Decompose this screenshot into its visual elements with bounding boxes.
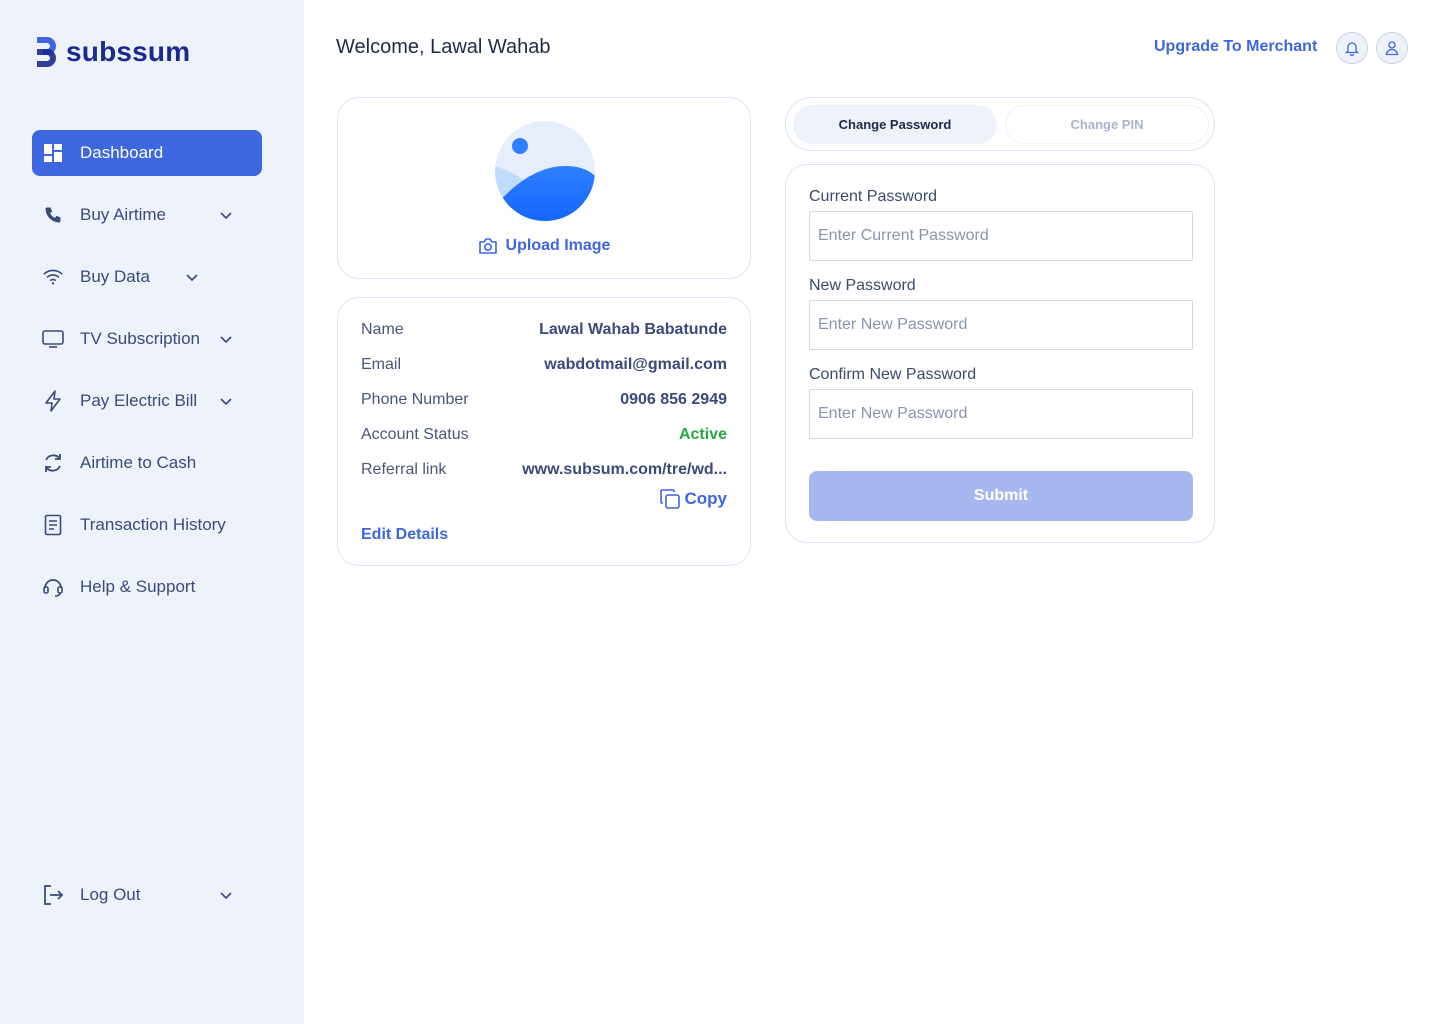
bolt-icon <box>42 390 64 412</box>
logout-icon <box>42 884 64 906</box>
profile-details-card: Name Lawal Wahab Babatunde Email wabdotm… <box>337 297 751 566</box>
avatar-card: Upload Image <box>337 97 751 279</box>
tv-icon <box>42 328 64 350</box>
sidebar-item-label: Airtime to Cash <box>80 453 197 472</box>
detail-row-referral-link: Referral link www.subsum.com/tre/wd... <box>361 460 727 480</box>
chevron-down-icon[interactable] <box>184 269 200 285</box>
sidebar-item-label: Buy Data <box>80 267 150 286</box>
sidebar-item-pay-electric-bill[interactable]: Pay Electric Bill <box>32 378 262 424</box>
dashboard-icon <box>42 142 64 164</box>
sidebar-item-label: Help & Support <box>80 577 196 596</box>
receipt-icon <box>42 514 64 536</box>
bell-icon <box>1345 42 1359 56</box>
upload-image-label: Upload Image <box>505 237 611 254</box>
refresh-icon <box>42 452 64 474</box>
referral-link-value: www.subsum.com/tre/wd... <box>522 461 727 478</box>
detail-value: wabdotmail@gmail.com <box>544 356 727 373</box>
sidebar-item-tv-subscription[interactable]: TV Subscription <box>32 316 262 362</box>
detail-key: Referral link <box>361 461 447 478</box>
detail-row-account-status: Account Status Active <box>361 425 727 445</box>
sidebar-item-airtime-to-cash[interactable]: Airtime to Cash <box>32 440 262 486</box>
page-title: Welcome, Lawal Wahab <box>336 36 551 58</box>
phone-icon <box>42 204 64 226</box>
submit-button[interactable]: Submit <box>809 471 1193 521</box>
detail-key: Email <box>361 356 402 373</box>
upgrade-to-merchant-link[interactable]: Upgrade To Merchant <box>1154 38 1317 56</box>
sidebar-item-label: TV Subscription <box>80 329 200 348</box>
brand-logo[interactable]: subssum <box>34 34 190 70</box>
current-password-label: Current Password <box>809 188 938 205</box>
camera-icon <box>478 238 497 254</box>
sidebar-item-label: Pay Electric Bill <box>80 391 198 410</box>
status-badge: Active <box>678 426 727 443</box>
upload-image-button[interactable]: Upload Image <box>338 237 750 255</box>
edit-details-link[interactable]: Edit Details <box>361 526 448 544</box>
notification-button[interactable] <box>1336 32 1368 64</box>
sidebar-item-label: Buy Airtime <box>80 205 166 224</box>
detail-key: Account Status <box>361 426 469 443</box>
chevron-down-icon[interactable] <box>218 887 234 903</box>
chevron-down-icon[interactable] <box>218 331 234 347</box>
chevron-down-icon[interactable] <box>218 393 234 409</box>
detail-value: 0906 856 2949 <box>620 391 727 408</box>
user-icon <box>1385 41 1399 56</box>
sidebar-item-transaction-history[interactable]: Transaction History <box>32 502 262 548</box>
new-password-label: New Password <box>809 277 916 294</box>
brand-name: subssum <box>66 36 191 67</box>
wifi-icon <box>42 266 64 288</box>
confirm-password-input[interactable] <box>809 389 1193 439</box>
detail-row-email: Email wabdotmail@gmail.com <box>361 355 727 375</box>
sidebar-item-label: Log Out <box>80 885 141 904</box>
sidebar-item-label: Dashboard <box>80 143 164 162</box>
headset-icon <box>42 576 64 598</box>
sidebar: subssum Dashboard Buy Airtime Buy Data T… <box>0 0 304 1024</box>
copy-icon <box>659 489 680 509</box>
sidebar-item-label: Transaction History <box>80 515 226 534</box>
security-tabs: Change Password Change PIN <box>785 97 1215 151</box>
copy-label: Copy <box>684 489 728 508</box>
sidebar-item-buy-airtime[interactable]: Buy Airtime <box>32 192 262 238</box>
detail-value: Lawal Wahab Babatunde <box>539 321 727 338</box>
avatar-placeholder-image[interactable] <box>495 121 595 221</box>
sidebar-item-help-support[interactable]: Help & Support <box>32 564 262 610</box>
tab-change-pin[interactable]: Change PIN <box>1005 105 1209 144</box>
current-password-input[interactable] <box>809 211 1193 261</box>
new-password-input[interactable] <box>809 300 1193 350</box>
detail-row-name: Name Lawal Wahab Babatunde <box>361 320 727 340</box>
copy-referral-button[interactable]: Copy <box>659 488 728 510</box>
logo-mark-icon <box>37 37 56 67</box>
sidebar-item-dashboard[interactable]: Dashboard <box>32 130 262 176</box>
confirm-password-label: Confirm New Password <box>809 366 977 383</box>
tab-change-password[interactable]: Change Password <box>793 105 997 144</box>
sidebar-item-logout[interactable]: Log Out <box>32 872 262 918</box>
detail-key: Name <box>361 321 404 338</box>
chevron-down-icon[interactable] <box>218 207 234 223</box>
sidebar-nav: Dashboard Buy Airtime Buy Data TV Subscr… <box>32 130 262 626</box>
change-password-form: Current Password New Password Confirm Ne… <box>785 164 1215 543</box>
logout-section: Log Out <box>32 872 262 934</box>
profile-button[interactable] <box>1376 32 1408 64</box>
sidebar-item-buy-data[interactable]: Buy Data <box>32 254 262 300</box>
detail-row-phone: Phone Number 0906 856 2949 <box>361 390 727 410</box>
detail-key: Phone Number <box>361 391 469 408</box>
